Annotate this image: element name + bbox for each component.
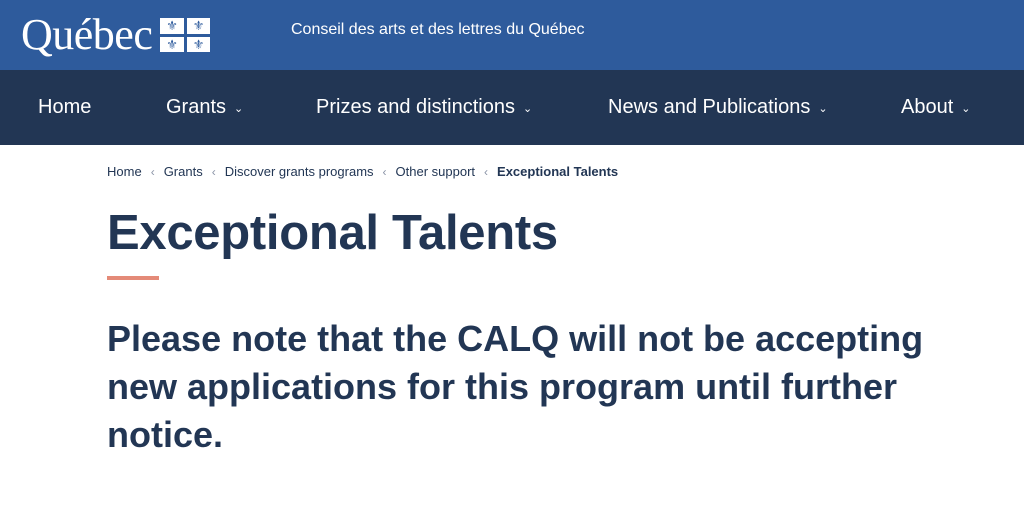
nav-item-about[interactable]: About ⌄ xyxy=(901,70,970,145)
nav-label: Home xyxy=(38,96,92,118)
nav-item-home[interactable]: Home xyxy=(38,70,91,145)
chevron-down-icon: ⌄ xyxy=(961,103,971,115)
logo-text: Québec xyxy=(21,10,153,59)
breadcrumb-separator: ‹ xyxy=(484,164,489,179)
nav-item-prizes[interactable]: Prizes and distinctions ⌄ xyxy=(316,70,532,145)
chevron-down-icon: ⌄ xyxy=(234,103,244,115)
council-name[interactable]: Conseil des arts et des lettres du Québe… xyxy=(291,21,585,39)
nav-label: Prizes and distinctions xyxy=(316,96,515,118)
breadcrumb-separator: ‹ xyxy=(211,164,216,179)
page-title: Exceptional Talents xyxy=(107,206,558,260)
nav-item-grants[interactable]: Grants ⌄ xyxy=(166,70,243,145)
nav-item-news[interactable]: News and Publications ⌄ xyxy=(608,70,828,145)
nav-label: About xyxy=(901,96,954,118)
title-underline xyxy=(107,276,159,280)
program-notice: Please note that the CALQ will not be ac… xyxy=(107,318,924,455)
breadcrumb-current: Exceptional Talents xyxy=(497,164,619,179)
main-nav: Home Grants ⌄ Prizes and distinctions ⌄ … xyxy=(0,70,1024,145)
chevron-down-icon: ⌄ xyxy=(818,103,828,115)
site-header: Québec ⚜ ⚜ ⚜ ⚜ Conseil des arts et des l… xyxy=(0,0,1024,70)
chevron-down-icon: ⌄ xyxy=(522,103,533,115)
quebec-logo[interactable]: Québec ⚜ ⚜ ⚜ ⚜ xyxy=(21,10,211,59)
breadcrumb-link[interactable]: Home xyxy=(107,164,142,179)
nav-label: News and Publications xyxy=(608,96,811,118)
breadcrumb-link[interactable]: Other support xyxy=(396,164,476,179)
breadcrumb: Home ‹ Grants ‹ Discover grants programs… xyxy=(107,164,618,179)
fleur-de-lis-icon: ⚜ xyxy=(160,36,184,52)
nav-label: Grants xyxy=(166,96,227,118)
fleur-de-lis-flag-icon: ⚜ ⚜ ⚜ ⚜ xyxy=(160,18,211,52)
breadcrumb-separator: ‹ xyxy=(150,164,155,179)
fleur-de-lis-icon: ⚜ xyxy=(186,18,211,34)
breadcrumb-link[interactable]: Grants xyxy=(164,164,203,179)
fleur-de-lis-icon: ⚜ xyxy=(186,36,211,52)
breadcrumb-separator: ‹ xyxy=(382,164,387,179)
fleur-de-lis-icon: ⚜ xyxy=(160,18,184,34)
breadcrumb-link[interactable]: Discover grants programs xyxy=(225,164,374,179)
